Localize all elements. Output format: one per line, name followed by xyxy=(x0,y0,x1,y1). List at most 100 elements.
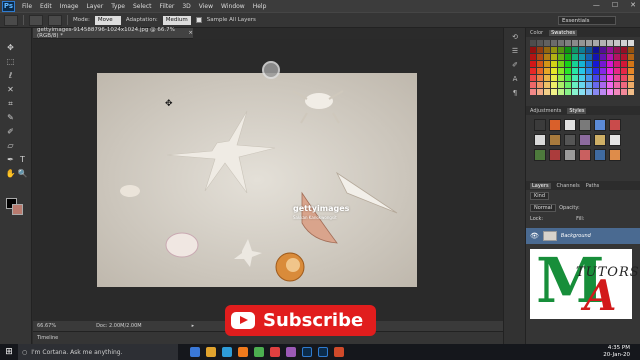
swatch-chip[interactable] xyxy=(614,47,620,53)
swatch-chip[interactable] xyxy=(607,82,613,88)
lasso-tool-icon[interactable]: ℓ xyxy=(5,70,16,81)
windows-start-icon[interactable]: ⊞ xyxy=(0,344,18,360)
microphone-icon[interactable]: ○ xyxy=(22,349,27,356)
swatch-chip[interactable] xyxy=(621,40,627,46)
swatch-chip[interactable] xyxy=(544,82,550,88)
swatch-chip[interactable] xyxy=(530,68,536,74)
swatch-chip[interactable] xyxy=(593,54,599,60)
menu-type[interactable]: Type xyxy=(107,3,129,10)
swatch-chip[interactable] xyxy=(593,82,599,88)
swatch-chip[interactable] xyxy=(600,68,606,74)
menu-filter[interactable]: Filter xyxy=(156,3,179,10)
swatch-chip[interactable] xyxy=(621,68,627,74)
swatch-chip[interactable] xyxy=(530,40,536,46)
menu-view[interactable]: View xyxy=(195,3,217,10)
canvas-image[interactable]: gettyimages Sakkan Kanokwongsit xyxy=(97,73,417,287)
swatch-chip[interactable] xyxy=(551,47,557,53)
swatch-chip[interactable] xyxy=(572,68,578,74)
swatch-chip[interactable] xyxy=(544,54,550,60)
swatch-chip[interactable] xyxy=(586,47,592,53)
swatch-chip[interactable] xyxy=(530,75,536,81)
swatch-chip[interactable] xyxy=(530,89,536,95)
swatch-chip[interactable] xyxy=(572,82,578,88)
swatch-chip[interactable] xyxy=(621,54,627,60)
swatch-chip[interactable] xyxy=(537,40,543,46)
background-color-swatch[interactable] xyxy=(12,204,23,215)
menu-file[interactable]: File xyxy=(18,3,36,10)
app-icon[interactable] xyxy=(286,347,296,357)
swatch-chip[interactable] xyxy=(537,61,543,67)
tab-color[interactable]: Color xyxy=(530,30,543,36)
swatch-chip[interactable] xyxy=(628,68,634,74)
swatch-chip[interactable] xyxy=(621,61,627,67)
style-tile[interactable] xyxy=(579,119,591,131)
tab-swatches[interactable]: Swatches xyxy=(549,29,577,36)
properties-icon[interactable]: ☰ xyxy=(509,46,521,56)
style-tile[interactable] xyxy=(609,134,621,146)
status-menu-arrow-icon[interactable]: ▸ xyxy=(192,323,195,329)
swatch-chip[interactable] xyxy=(565,61,571,67)
adaptation-select[interactable]: Medium xyxy=(162,15,191,25)
swatch-chip[interactable] xyxy=(537,75,543,81)
swatch-chip[interactable] xyxy=(628,40,634,46)
swatch-chip[interactable] xyxy=(565,40,571,46)
brush-tool-icon[interactable]: ✐ xyxy=(5,126,16,137)
swatch-chip[interactable] xyxy=(558,75,564,81)
minimize-button[interactable]: — xyxy=(593,1,600,9)
swatch-chip[interactable] xyxy=(614,54,620,60)
style-tile[interactable] xyxy=(609,119,621,131)
photoshop-taskbar-icon[interactable] xyxy=(302,347,312,357)
menu-layer[interactable]: Layer xyxy=(82,3,107,10)
app-icon[interactable] xyxy=(270,347,280,357)
swatch-chip[interactable] xyxy=(572,61,578,67)
swatch-chip[interactable] xyxy=(537,47,543,53)
swatch-chip[interactable] xyxy=(530,61,536,67)
swatch-chip[interactable] xyxy=(614,40,620,46)
swatch-chip[interactable] xyxy=(544,89,550,95)
powerpoint-icon[interactable] xyxy=(334,347,344,357)
style-tile[interactable] xyxy=(594,119,606,131)
swatch-chip[interactable] xyxy=(593,89,599,95)
chrome-icon[interactable] xyxy=(254,347,264,357)
style-tile[interactable] xyxy=(579,149,591,161)
system-tray-clock[interactable]: 4:35 PM 20-Jan-20 xyxy=(603,345,630,359)
menu-edit[interactable]: Edit xyxy=(36,3,56,10)
style-tile[interactable] xyxy=(579,134,591,146)
swatch-chip[interactable] xyxy=(551,82,557,88)
brush-panel-icon[interactable]: ✐ xyxy=(509,60,521,70)
swatch-chip[interactable] xyxy=(544,75,550,81)
style-tile[interactable] xyxy=(549,119,561,131)
swatch-chip[interactable] xyxy=(579,54,585,60)
swatch-chip[interactable] xyxy=(558,54,564,60)
swatch-chip[interactable] xyxy=(579,61,585,67)
task-view-icon[interactable] xyxy=(190,347,200,357)
swatch-chip[interactable] xyxy=(586,68,592,74)
blend-mode-select[interactable]: Normal xyxy=(530,204,557,212)
menu-window[interactable]: Window xyxy=(217,3,249,10)
swatch-chip[interactable] xyxy=(558,61,564,67)
swatch-chip[interactable] xyxy=(551,40,557,46)
swatch-chip[interactable] xyxy=(586,89,592,95)
character-icon[interactable]: A xyxy=(509,74,521,84)
workspace-select[interactable]: Essentials xyxy=(558,16,616,25)
swatch-chip[interactable] xyxy=(572,75,578,81)
zoom-level[interactable]: 66.67% xyxy=(37,323,56,329)
swatch-chip[interactable] xyxy=(551,61,557,67)
swatch-chip[interactable] xyxy=(565,54,571,60)
tab-styles[interactable]: Styles xyxy=(567,107,587,114)
style-tile[interactable] xyxy=(564,134,576,146)
crop-tool-icon[interactable]: ⌗ xyxy=(5,98,16,109)
maximize-button[interactable]: ☐ xyxy=(612,1,618,9)
sample-all-layers-checkbox[interactable] xyxy=(195,17,202,23)
content-aware-move-tool-icon[interactable]: ✕ xyxy=(5,84,16,95)
close-tab-icon[interactable]: × xyxy=(188,30,193,36)
swatch-chip[interactable] xyxy=(600,75,606,81)
swatch-chip[interactable] xyxy=(614,68,620,74)
layer-background[interactable]: 👁 Background xyxy=(526,228,640,244)
style-tile[interactable] xyxy=(534,119,546,131)
swatch-chip[interactable] xyxy=(572,40,578,46)
swatch-chip[interactable] xyxy=(621,82,627,88)
swatch-chip[interactable] xyxy=(593,47,599,53)
layer-kind-filter[interactable]: Kind xyxy=(530,192,550,200)
style-tile[interactable] xyxy=(594,134,606,146)
